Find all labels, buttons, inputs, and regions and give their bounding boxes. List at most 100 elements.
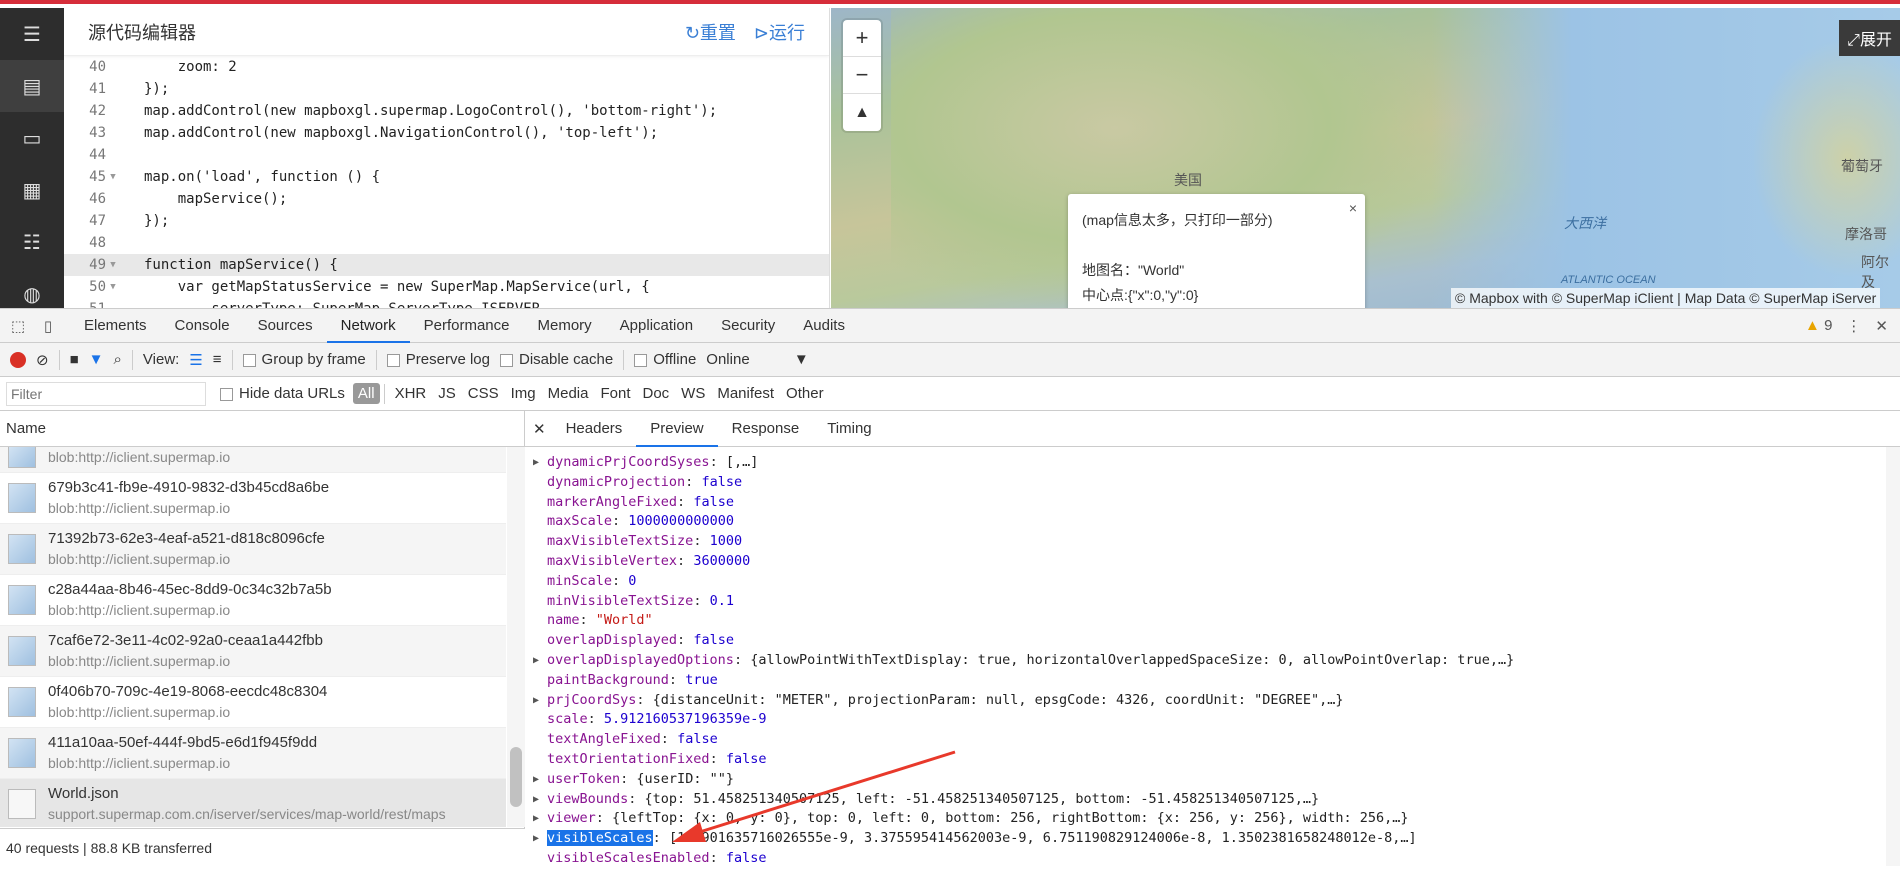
monitor-icon[interactable]: ▭: [0, 112, 64, 164]
filter-type-font[interactable]: Font: [594, 385, 636, 402]
tab-response[interactable]: Response: [718, 411, 814, 447]
screenshot-icon[interactable]: ■: [70, 351, 79, 368]
map-icon[interactable]: ▦: [0, 164, 64, 216]
inspect-icon[interactable]: ⬚: [6, 317, 30, 335]
property-key: viewer: [547, 810, 596, 827]
app-top: ☰ ▤ ▭ ▦ ☷ ◍ 源代码编辑器 ↻重置 ⊳运行 40 zoom: 2 41…: [0, 0, 1900, 312]
property-value: false: [693, 632, 734, 649]
request-list-scrollbar[interactable]: [507, 447, 525, 827]
zoom-in-button[interactable]: +: [843, 20, 881, 57]
preview-property[interactable]: ▶ viewer: {leftTop: {x: 0, y: 0}, top: 0,…: [533, 809, 1900, 829]
preview-property[interactable]: ▶ userToken: {userID: ""}: [533, 770, 1900, 790]
zoom-out-button[interactable]: −: [843, 57, 881, 94]
expand-arrow-icon[interactable]: ▶: [533, 453, 539, 473]
tab-console[interactable]: Console: [161, 309, 244, 343]
throttling-select[interactable]: Online ▼: [706, 351, 808, 368]
expand-button[interactable]: ⤢展开: [1839, 20, 1900, 56]
filter-type-all[interactable]: All: [352, 383, 380, 404]
reset-button[interactable]: ↻重置: [685, 19, 736, 45]
waterfall-icon[interactable]: ≡: [213, 351, 222, 368]
expand-arrow-icon[interactable]: ▶: [533, 829, 539, 849]
tab-security[interactable]: Security: [707, 309, 789, 343]
request-row[interactable]: blob:http://iclient.supermap.io: [0, 447, 506, 473]
map-view[interactable]: + − ▲ 美国 大西洋 ATLANTIC OCEAN 葡萄牙 摩洛哥 阿尔及 …: [831, 8, 1900, 312]
map-label-usa: 美国: [1174, 172, 1202, 188]
request-row[interactable]: 0f406b70-709c-4e19-8068-eecdc48c8304 blob…: [0, 677, 506, 728]
tab-headers[interactable]: Headers: [552, 411, 637, 447]
hide-data-urls-checkbox[interactable]: Hide data URLs: [220, 385, 345, 402]
preview-property[interactable]: ▶ prjCoordSys: {distanceUnit: "METER", pr…: [533, 691, 1900, 711]
request-row-selected[interactable]: World.json support.supermap.com.cn/iserve…: [0, 779, 506, 827]
clear-icon[interactable]: ⊘: [36, 351, 49, 369]
device-toolbar-icon[interactable]: ▯: [36, 317, 60, 335]
close-devtools-icon[interactable]: ✕: [1875, 317, 1888, 335]
expand-arrow-icon[interactable]: ▶: [533, 790, 539, 810]
filter-input[interactable]: [6, 381, 206, 406]
expand-arrow-icon[interactable]: ▶: [533, 809, 539, 829]
preview-property[interactable]: ▶ overlapDisplayedOptions: {allowPointWit…: [533, 651, 1900, 671]
tab-application[interactable]: Application: [606, 309, 707, 343]
request-row[interactable]: 679b3c41-fb9e-4910-9832-d3b45cd8a6be blob…: [0, 473, 506, 524]
preview-scrollbar[interactable]: [1886, 447, 1900, 866]
tab-performance[interactable]: Performance: [410, 309, 524, 343]
record-button[interactable]: [10, 351, 26, 368]
name-column-header[interactable]: Name: [0, 411, 524, 447]
close-detail-icon[interactable]: ✕: [533, 420, 546, 438]
filter-type-media[interactable]: Media: [542, 385, 595, 402]
code-area[interactable]: 40 zoom: 2 41}); 42 map.addControl(new ma…: [64, 56, 829, 312]
navigation-control: + − ▲: [843, 20, 881, 131]
run-button[interactable]: ⊳运行: [754, 19, 805, 45]
group-by-frame-checkbox[interactable]: Group by frame: [242, 351, 366, 368]
property-value: [,…]: [725, 454, 759, 470]
tab-sources[interactable]: Sources: [244, 309, 327, 343]
search-icon[interactable]: ⌕: [114, 351, 122, 368]
preserve-log-checkbox[interactable]: Preserve log: [386, 351, 490, 368]
property-value: 1000: [709, 533, 743, 550]
preview-property[interactable]: ▶ visibleScales: [1.6901635716026555e-9, …: [533, 829, 1900, 849]
request-row[interactable]: 71392b73-62e3-4eaf-a521-d818c8096cfe blob…: [0, 524, 506, 575]
request-row[interactable]: c28a44aa-8b46-45ec-8dd9-0c34c32b7a5b blob…: [0, 575, 506, 626]
popup-close-button[interactable]: ×: [1349, 196, 1357, 221]
filter-type-doc[interactable]: Doc: [636, 385, 675, 402]
disable-cache-checkbox[interactable]: Disable cache: [499, 351, 613, 368]
property-value: 5.912160537196359e-9: [603, 711, 767, 728]
tab-memory[interactable]: Memory: [524, 309, 606, 343]
filter-type-other[interactable]: Other: [780, 385, 830, 402]
filter-type-img[interactable]: Img: [505, 385, 542, 402]
image-thumbnail: [8, 585, 36, 615]
filter-type-css[interactable]: CSS: [462, 385, 505, 402]
filter-type-js[interactable]: JS: [432, 385, 462, 402]
menu-icon[interactable]: ☰: [0, 8, 64, 60]
filter-type-ws[interactable]: WS: [675, 385, 711, 402]
filter-type-xhr[interactable]: XHR: [389, 385, 433, 402]
offline-checkbox[interactable]: Offline: [634, 351, 696, 368]
expand-arrow-icon[interactable]: ▶: [533, 651, 539, 671]
tab-elements[interactable]: Elements: [70, 309, 161, 343]
preview-property: name: "World": [547, 612, 653, 629]
sliders-icon[interactable]: ☷: [0, 216, 64, 268]
map-label-algeria: 阿尔及: [1861, 254, 1889, 290]
tab-audits[interactable]: Audits: [789, 309, 859, 343]
request-row[interactable]: 411a10aa-50ef-444f-9bd5-e6d1f945f9dd blob…: [0, 728, 506, 779]
request-row[interactable]: 7caf6e72-3e11-4c02-92a0-ceaa1a442fbb blob…: [0, 626, 506, 677]
large-rows-icon[interactable]: ☰: [189, 351, 202, 369]
property-key: overlapDisplayed: [547, 632, 678, 649]
tab-timing[interactable]: Timing: [813, 411, 885, 447]
scrollbar-thumb[interactable]: [510, 747, 522, 807]
expand-arrow-icon[interactable]: ▶: [533, 770, 539, 790]
server-icon[interactable]: ▤: [0, 60, 64, 112]
expand-arrow-icon[interactable]: ▶: [533, 691, 539, 711]
image-thumbnail: [8, 687, 36, 717]
tab-network[interactable]: Network: [326, 309, 410, 343]
more-options-icon[interactable]: ⋮: [1846, 317, 1861, 335]
reset-label: 重置: [699, 22, 736, 43]
property-key: dynamicPrjCoordSyses: [547, 454, 710, 470]
tab-preview[interactable]: Preview: [636, 411, 718, 447]
preview-property[interactable]: ▶ viewBounds: {top: 51.458251340507125, l…: [533, 790, 1900, 810]
warning-indicator[interactable]: ▲ 9: [1805, 317, 1832, 334]
preview-property[interactable]: ▶ dynamicPrjCoordSyses: [,…]: [533, 453, 1900, 473]
filter-icon[interactable]: ▼: [89, 351, 104, 368]
filter-type-manifest[interactable]: Manifest: [711, 385, 780, 402]
compass-button[interactable]: ▲: [843, 94, 881, 131]
editor-header: 源代码编辑器 ↻重置 ⊳运行: [64, 8, 829, 56]
